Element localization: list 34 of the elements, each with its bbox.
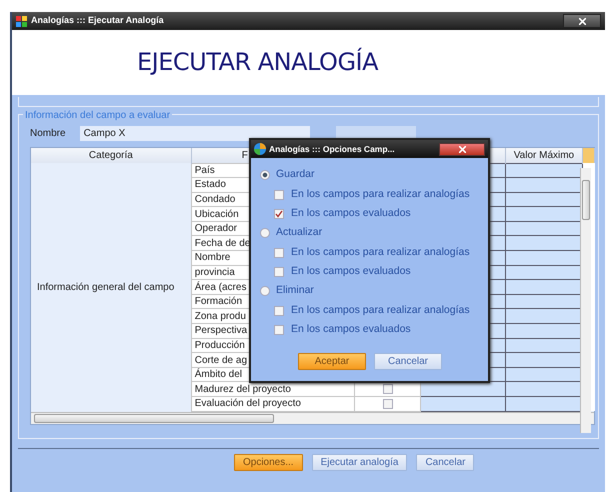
action-button[interactable]: Cancelar: [416, 454, 474, 471]
accept-button[interactable]: Aceptar: [298, 353, 366, 370]
page-heading: EJECUTAR ANALOGÍA: [137, 48, 378, 77]
horizontal-scrollbar[interactable]: [31, 412, 594, 424]
column-header[interactable]: Categoría: [31, 148, 192, 163]
column-header[interactable]: Valor Máximo: [506, 148, 582, 163]
group-legend: Información del campo a evaluar: [23, 108, 172, 123]
name-label: Nombre: [30, 126, 66, 140]
close-button[interactable]: [439, 142, 485, 156]
checkbox[interactable]: [274, 266, 284, 276]
checkbox[interactable]: [274, 324, 284, 334]
checkbox[interactable]: [274, 208, 284, 218]
options-button[interactable]: Opciones...: [234, 454, 303, 471]
checkbox[interactable]: [382, 398, 393, 409]
window-title: Analogías ::: Ejecutar Analogía: [31, 14, 164, 28]
cancel-button[interactable]: Cancelar: [374, 353, 442, 370]
table-cell: Evaluación del proyecto: [191, 396, 355, 412]
checkbox[interactable]: [274, 190, 284, 200]
radio-button[interactable]: [260, 228, 270, 238]
radio-button[interactable]: [260, 286, 270, 296]
radio-button[interactable]: [260, 170, 270, 180]
action-button[interactable]: Ejecutar analogía: [312, 454, 408, 471]
dialog-title: Analogías ::: Opciones Camp...: [269, 142, 395, 156]
app-icon: [16, 16, 27, 26]
table-cell: Información general del campo: [31, 163, 192, 412]
close-icon: [458, 146, 466, 153]
checkbox[interactable]: [382, 384, 393, 394]
name-field[interactable]: Campo X: [80, 126, 310, 140]
close-icon: [578, 18, 586, 26]
checkbox[interactable]: [274, 248, 284, 258]
checkbox[interactable]: [274, 306, 284, 316]
app-icon: [254, 143, 266, 155]
vertical-scrollbar[interactable]: [580, 168, 591, 433]
close-button[interactable]: [563, 14, 601, 28]
